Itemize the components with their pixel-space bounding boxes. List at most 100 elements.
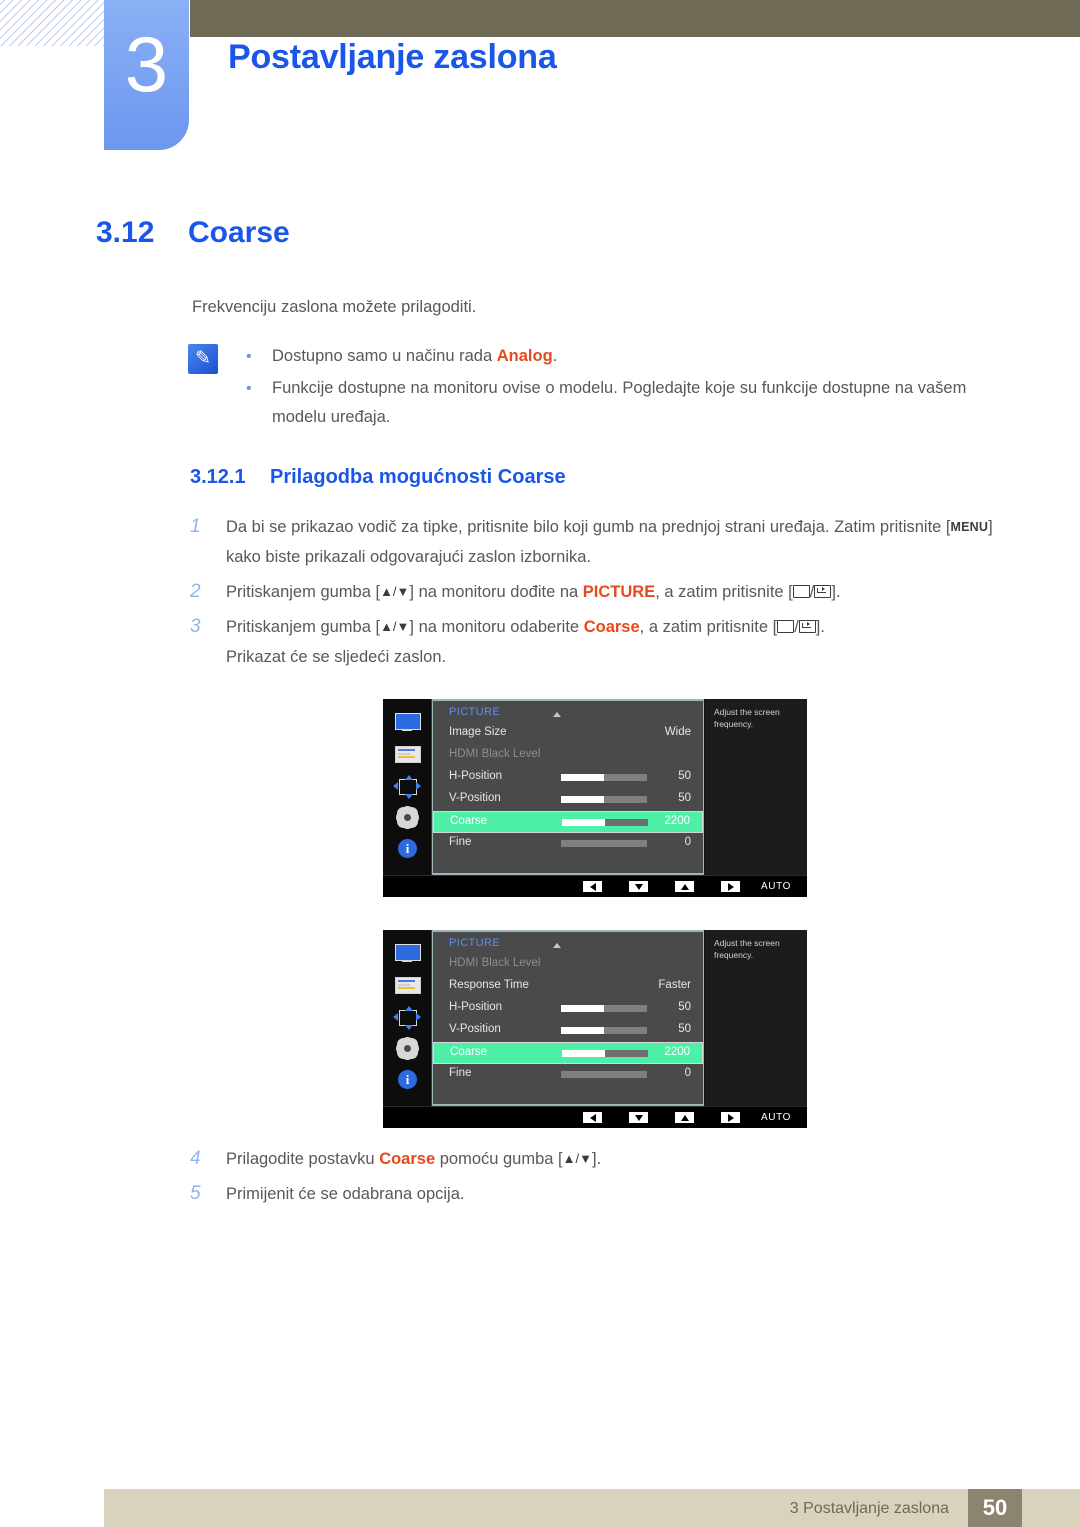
- step-text-cont: pomoću gumba [: [435, 1150, 563, 1168]
- osd-help-panel: Adjust the screen frequency.: [705, 930, 807, 1106]
- down-arrow-button[interactable]: [629, 1112, 648, 1123]
- page-number: 50: [982, 1495, 1008, 1520]
- position-move-icon[interactable]: [393, 1006, 421, 1030]
- step-item: 4 Prilagodite postavku Coarse pomoću gumb…: [190, 1144, 1000, 1174]
- step-number: 5: [190, 1183, 201, 1204]
- step-accent: PICTURE: [582, 583, 656, 601]
- osd-row: HDMI Black Level: [433, 954, 703, 976]
- osd-row: HDMI Black Level: [433, 745, 703, 767]
- osd-slider[interactable]: [561, 774, 647, 781]
- osd-settings-icon[interactable]: [393, 745, 421, 767]
- osd-slider[interactable]: [561, 1071, 647, 1078]
- osd-row-label: V-Position: [449, 1023, 501, 1035]
- osd-row-label: Response Time: [449, 979, 529, 991]
- osd-row[interactable]: Fine 0: [433, 1064, 703, 1086]
- osd-menu-panel: PICTURE Image Size Wide HDMI Black Level…: [432, 699, 704, 875]
- steps-list-after: 4 Prilagodite postavku Coarse pomoću gumb…: [190, 1144, 1000, 1214]
- step-accent: Coarse: [583, 618, 640, 636]
- monitor-icon[interactable]: [393, 713, 421, 735]
- osd-slider[interactable]: [562, 1050, 648, 1057]
- osd-row[interactable]: Response Time Faster: [433, 976, 703, 998]
- osd-row-value: Faster: [658, 979, 691, 991]
- osd-sidebar: [383, 930, 432, 1106]
- osd-row[interactable]: H-Position 50: [433, 767, 703, 789]
- osd-body: PICTURE HDMI Black Level Response Time F…: [383, 930, 807, 1106]
- enter-button-icon: [798, 620, 816, 633]
- enter-button-icon: [814, 585, 832, 598]
- menu-key-label: MENU: [950, 520, 989, 534]
- step-text-end: ].: [831, 583, 841, 601]
- down-arrow-button[interactable]: [629, 881, 648, 892]
- osd-row-list: Image Size Wide HDMI Black Level H-Posit…: [433, 723, 703, 855]
- step-text-cont: ] na monitoru odaberite: [409, 618, 584, 636]
- step-number: 1: [190, 516, 201, 537]
- osd-row-label: HDMI Black Level: [449, 957, 541, 969]
- osd-row[interactable]: Fine 0: [433, 833, 703, 855]
- right-arrow-button[interactable]: [721, 881, 740, 892]
- step-item: 3 Pritiskanjem gumba [▲/▼] na monitoru od…: [190, 612, 1000, 672]
- osd-menu-title: PICTURE: [449, 706, 501, 718]
- osd-row-list: HDMI Black Level Response Time Faster H-…: [433, 954, 703, 1086]
- step-text-cont: ] na monitoru dođite na: [409, 583, 583, 601]
- osd-row-label: Coarse: [450, 1046, 488, 1058]
- osd-row-value: 2200: [664, 815, 690, 827]
- step-text-cont2: , a zatim pritisnite [: [639, 618, 778, 636]
- intro-paragraph: Frekvenciju zaslona možete prilagoditi.: [192, 298, 477, 316]
- note-text-pre: Dostupno samo u načinu rada: [272, 347, 497, 365]
- osd-row-value: 50: [678, 770, 691, 782]
- step-item: 2 Pritiskanjem gumba [▲/▼] na monitoru do…: [190, 577, 1000, 607]
- osd-row-label: H-Position: [449, 770, 503, 782]
- osd-screenshot-2: PICTURE HDMI Black Level Response Time F…: [383, 930, 807, 1128]
- monitor-icon[interactable]: [393, 944, 421, 966]
- osd-slider[interactable]: [562, 819, 648, 826]
- osd-row[interactable]: V-Position 50: [433, 789, 703, 811]
- left-arrow-button[interactable]: [583, 881, 602, 892]
- section-heading: 3.12 Coarse: [96, 216, 290, 250]
- step-text-end: ].: [592, 1150, 602, 1168]
- gear-icon[interactable]: [393, 808, 421, 830]
- osd-body: PICTURE Image Size Wide HDMI Black Level…: [383, 699, 807, 875]
- note-glyph: ✎: [195, 348, 211, 369]
- footer-text: 3 Postavljanje zaslona: [789, 1500, 949, 1517]
- osd-row-selected[interactable]: Coarse 2200: [433, 811, 703, 833]
- osd-row-label: HDMI Black Level: [449, 748, 541, 760]
- osd-help-panel: Adjust the screen frequency.: [705, 699, 807, 875]
- osd-row[interactable]: H-Position 50: [433, 998, 703, 1020]
- auto-button[interactable]: AUTO: [761, 1112, 791, 1123]
- subsection-number: 3.12.1: [190, 466, 246, 488]
- bullet-icon: •: [246, 348, 252, 365]
- osd-slider[interactable]: [561, 1027, 647, 1034]
- osd-slider[interactable]: [561, 796, 647, 803]
- osd-row-value: Wide: [664, 726, 691, 738]
- gear-icon[interactable]: [393, 1039, 421, 1061]
- step-text: Prilagodite postavku: [226, 1150, 380, 1168]
- step-text: Da bi se prikazao vodič za tipke, pritis…: [226, 518, 951, 536]
- osd-slider[interactable]: [561, 840, 647, 847]
- osd-slider[interactable]: [561, 1005, 647, 1012]
- right-arrow-button[interactable]: [721, 1112, 740, 1123]
- left-arrow-button[interactable]: [583, 1112, 602, 1123]
- step-substatement: Prikazat će se sljedeći zaslon.: [226, 648, 447, 666]
- osd-bottom-bar: AUTO: [383, 875, 807, 897]
- auto-button[interactable]: AUTO: [761, 881, 791, 892]
- step-text-end: ].: [815, 618, 825, 636]
- osd-row-label: Fine: [449, 836, 472, 848]
- osd-row[interactable]: Image Size Wide: [433, 723, 703, 745]
- osd-row-selected[interactable]: Coarse 2200: [433, 1042, 703, 1064]
- subsection-title: Prilagodba mogućnosti Coarse: [270, 466, 566, 488]
- subsection-heading: 3.12.1 Prilagodba mogućnosti Coarse: [190, 466, 566, 489]
- note-accent: Analog: [496, 347, 553, 365]
- chapter-title: Postavljanje zaslona: [228, 38, 557, 76]
- osd-row[interactable]: V-Position 50: [433, 1020, 703, 1042]
- info-icon[interactable]: [393, 839, 421, 861]
- up-arrow-button[interactable]: [675, 881, 694, 892]
- up-arrow-button[interactable]: [675, 1112, 694, 1123]
- position-move-icon[interactable]: [393, 775, 421, 799]
- osd-settings-icon[interactable]: [393, 976, 421, 998]
- step-item: 1 Da bi se prikazao vodič za tipke, priti…: [190, 512, 1000, 572]
- footer-page-badge: 50: [968, 1489, 1022, 1527]
- bullet-icon: •: [246, 380, 252, 397]
- osd-menu-panel: PICTURE HDMI Black Level Response Time F…: [432, 930, 704, 1106]
- info-icon[interactable]: [393, 1070, 421, 1092]
- osd-row-value: 0: [684, 1067, 691, 1079]
